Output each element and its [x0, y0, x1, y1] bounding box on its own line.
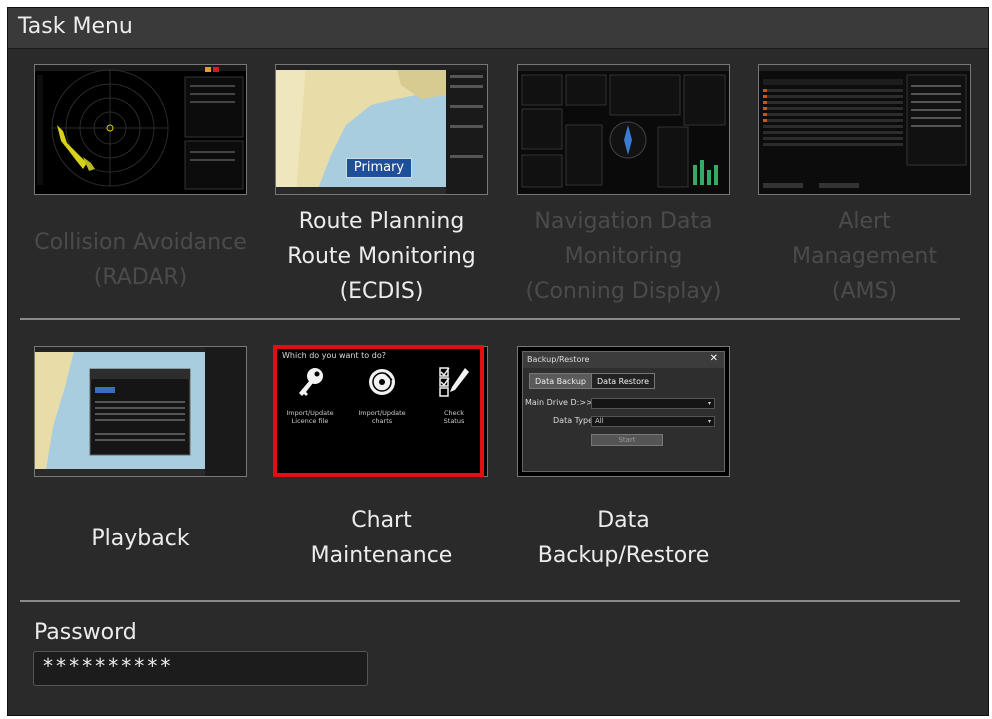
import-licence-option[interactable]: Import/Update Licence file: [280, 365, 340, 425]
chevron-down-icon: ▾: [707, 418, 711, 425]
primary-badge: Primary: [346, 158, 412, 178]
chart-maintenance-thumbnail[interactable]: Which do you want to do? Import/Update L…: [275, 346, 488, 477]
close-icon: ✕: [709, 353, 718, 364]
caption-line: (ECDIS): [339, 279, 424, 304]
chevron-down-icon: ▾: [707, 400, 711, 407]
option-label: charts: [371, 417, 393, 425]
data-type-label: Data Type: [553, 416, 594, 425]
disc-icon: [365, 365, 399, 399]
section-divider: [20, 600, 960, 602]
check-status-option[interactable]: Check Status: [424, 365, 484, 425]
password-label: Password: [34, 620, 137, 645]
window-title: Task Menu: [18, 14, 133, 39]
main-drive-label: Main Drive D:>>: [525, 398, 593, 407]
backup-restore-dialog-preview: Backup/Restore ✕ Data Backup Data Restor…: [522, 351, 725, 472]
caption-line: Data: [597, 508, 650, 533]
start-button[interactable]: Start: [591, 434, 663, 446]
caption-line: Monitoring: [564, 244, 683, 269]
radar-caption: Collision Avoidance (RADAR): [14, 225, 267, 295]
title-bar: Task Menu: [8, 8, 988, 49]
option-label: Status: [443, 417, 465, 425]
data-type-select[interactable]: All ▾: [591, 416, 715, 427]
conning-thumbnail[interactable]: [517, 64, 730, 195]
caption-line: Collision Avoidance: [34, 230, 247, 255]
key-icon: [293, 365, 327, 399]
caption-line: Alert: [838, 209, 891, 234]
caption-line: (RADAR): [93, 265, 188, 290]
dialog-header: Backup/Restore ✕: [523, 352, 724, 368]
caption-line: Playback: [91, 526, 190, 551]
ecdis-thumbnail[interactable]: Primary: [275, 64, 488, 195]
caption-line: (AMS): [831, 279, 898, 304]
dialog-title: Backup/Restore: [527, 355, 590, 364]
caption-line: Backup/Restore: [537, 543, 710, 568]
ams-caption: Alert Management (AMS): [738, 204, 988, 309]
checklist-icon: [437, 365, 471, 399]
password-input[interactable]: **********: [33, 651, 368, 686]
ams-thumbnail[interactable]: [758, 64, 971, 195]
chart-maintenance-caption: Chart Maintenance: [255, 503, 508, 573]
backup-restore-thumbnail[interactable]: Backup/Restore ✕ Data Backup Data Restor…: [517, 346, 730, 477]
conning-caption: Navigation Data Monitoring (Conning Disp…: [497, 204, 750, 309]
caption-line: Navigation Data: [534, 209, 713, 234]
chart-maintenance-prompt: Which do you want to do?: [282, 351, 386, 360]
option-label: Licence file: [291, 417, 329, 425]
main-drive-select[interactable]: ▾: [591, 398, 715, 409]
section-divider: [20, 318, 960, 320]
playback-thumbnail[interactable]: [34, 346, 247, 477]
option-label: Check: [444, 409, 464, 417]
tab-data-restore[interactable]: Data Restore: [591, 373, 655, 389]
caption-line: Chart: [351, 508, 412, 533]
option-label: Import/Update: [358, 409, 406, 417]
backup-restore-caption: Data Backup/Restore: [497, 503, 750, 573]
tab-data-backup[interactable]: Data Backup: [529, 373, 592, 389]
option-label: Import/Update: [286, 409, 334, 417]
task-menu-window: Task Menu Collision Avoidance (RADAR) Pr…: [7, 7, 989, 716]
import-charts-option[interactable]: Import/Update charts: [352, 365, 412, 425]
data-type-value: All: [595, 417, 604, 425]
caption-line: Route Planning: [298, 209, 465, 234]
caption-line: Route Monitoring: [287, 244, 476, 269]
playback-caption: Playback: [14, 521, 267, 556]
radar-thumbnail[interactable]: [34, 64, 247, 195]
caption-line: (Conning Display): [525, 279, 722, 304]
caption-line: Management: [792, 244, 937, 269]
caption-line: Maintenance: [310, 543, 453, 568]
ecdis-caption: Route Planning Route Monitoring (ECDIS): [255, 204, 508, 309]
